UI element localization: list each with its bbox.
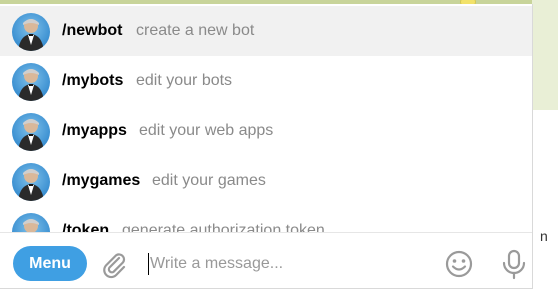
microphone-icon[interactable] <box>499 248 529 280</box>
command-name: /mybots <box>62 72 124 89</box>
command-name: /newbot <box>62 22 123 39</box>
command-name: /mygames <box>62 172 141 189</box>
command-name: /myapps <box>62 122 127 139</box>
bot-command-panel: /newbot create a new bot /mybots edit yo… <box>0 4 533 289</box>
command-row-myapps[interactable]: /myapps edit your web apps <box>0 106 532 156</box>
command-description: edit your web apps <box>139 122 274 139</box>
smiley-icon[interactable] <box>443 248 475 280</box>
chat-message-fragment: n <box>540 228 548 244</box>
paperclip-icon[interactable] <box>98 249 130 281</box>
command-list[interactable]: /newbot create a new bot /mybots edit yo… <box>0 4 532 232</box>
command-row-mybots[interactable]: /mybots edit your bots <box>0 56 532 106</box>
message-input[interactable] <box>150 250 420 278</box>
bot-avatar <box>12 63 50 101</box>
bot-avatar <box>12 113 50 151</box>
message-composer: Menu <box>0 232 532 288</box>
command-name: /token <box>62 222 110 232</box>
bot-avatar <box>12 213 50 232</box>
command-row-token[interactable]: /token generate authorization token <box>0 206 532 232</box>
command-row-newbot[interactable]: /newbot create a new bot <box>0 6 532 56</box>
bot-avatar <box>12 13 50 51</box>
command-description: edit your bots <box>136 72 233 89</box>
chat-right-edge-tint <box>532 0 558 110</box>
command-description: generate authorization token <box>122 222 325 232</box>
menu-button[interactable]: Menu <box>13 246 87 281</box>
command-row-mygames[interactable]: /mygames edit your games <box>0 156 532 206</box>
command-description: edit your games <box>152 172 266 189</box>
text-cursor <box>148 253 149 275</box>
command-description: create a new bot <box>136 22 255 39</box>
bot-avatar <box>12 163 50 201</box>
